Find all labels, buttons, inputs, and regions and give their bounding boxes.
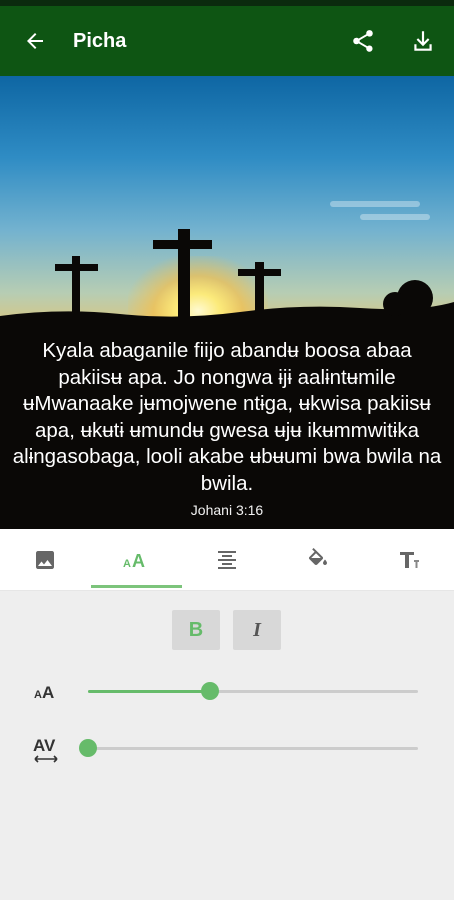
letter-spacing-slider-thumb[interactable] <box>79 739 97 757</box>
share-icon <box>353 30 373 52</box>
font-size-icon: AA <box>123 551 145 571</box>
letter-spacing-slider-track[interactable] <box>88 747 418 750</box>
text-format-icon <box>400 552 419 568</box>
tab-font[interactable]: AA <box>91 529 181 591</box>
verse-reference: Johani 3:16 <box>190 502 264 518</box>
editor-tabs: AA <box>0 529 454 591</box>
page-title: Picha <box>73 30 127 52</box>
font-size-slider-thumb[interactable] <box>201 682 220 700</box>
font-size-slider-icon: AA <box>30 676 62 706</box>
letter-spacing-slider-icon: AV <box>30 732 62 766</box>
download-icon <box>414 31 432 51</box>
paint-bucket-icon <box>308 548 327 565</box>
bold-button[interactable]: B <box>172 610 220 650</box>
svg-text:A: A <box>34 689 42 701</box>
svg-text:A: A <box>42 683 54 702</box>
share-button[interactable] <box>346 24 380 58</box>
back-button[interactable] <box>18 24 52 58</box>
tab-text-style[interactable] <box>364 529 454 591</box>
tab-background-image[interactable] <box>0 529 90 591</box>
bold-label: B <box>188 618 204 641</box>
active-tab-indicator <box>91 585 182 588</box>
svg-text:A: A <box>132 551 145 571</box>
italic-button[interactable]: I <box>233 610 281 650</box>
app-bar: Picha <box>0 6 454 76</box>
align-center-icon <box>218 551 236 569</box>
verse-image[interactable]: Kyala abaganile fiijo abandʉ boosa abaa … <box>0 76 454 529</box>
italic-label: I <box>253 618 261 641</box>
image-icon <box>36 551 54 569</box>
svg-text:A: A <box>123 558 131 570</box>
download-button[interactable] <box>406 24 440 58</box>
tab-alignment[interactable] <box>182 529 272 591</box>
svg-text:AV: AV <box>33 736 56 755</box>
tab-color[interactable] <box>273 529 363 591</box>
font-size-slider-fill <box>88 690 211 693</box>
verse-text: Kyala abaganile fiijo abandʉ boosa abaa … <box>12 339 442 495</box>
arrow-left-icon <box>27 33 43 49</box>
